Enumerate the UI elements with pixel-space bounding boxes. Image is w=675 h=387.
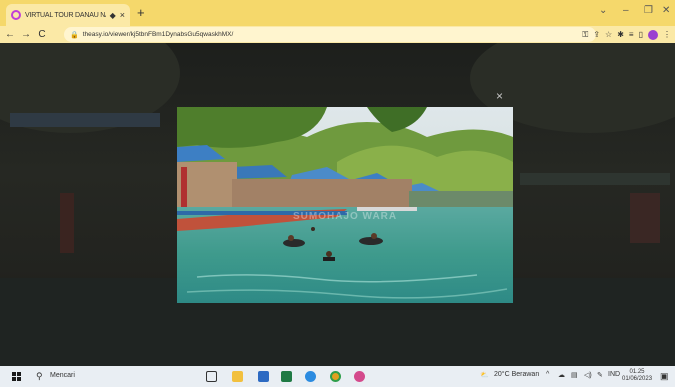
file-explorer-icon[interactable] [232, 371, 243, 382]
taskbar-search-input[interactable]: Mencari [50, 372, 75, 379]
background-rail [520, 173, 670, 185]
favicon-icon [11, 10, 21, 20]
profile-avatar[interactable] [648, 29, 658, 40]
side-panel-icon[interactable]: ▯ [639, 30, 643, 39]
tab-search-dropdown-icon[interactable]: ⌄ [599, 5, 607, 16]
lake-photo-illustration [177, 107, 513, 303]
windows-start-icon[interactable] [12, 372, 21, 381]
edge-icon[interactable] [305, 371, 316, 382]
modal-close-icon[interactable]: × [496, 89, 503, 103]
toolbar-icons: ⚿ ⇪ ☆ ✱ ≡ ▯ ⋮ [582, 27, 671, 42]
url-text[interactable]: theasy.io/viewer/kj5tbnFBm1DynabsGu5qwas… [83, 31, 234, 38]
close-window-button[interactable]: ✕ [662, 5, 670, 16]
tab-title: VIRTUAL TOUR DANAU NA [25, 11, 106, 19]
browser-tab[interactable]: VIRTUAL TOUR DANAU NA ◆ × [6, 4, 130, 26]
task-view-icon[interactable] [206, 371, 217, 382]
chrome-profile-icon[interactable] [354, 371, 365, 382]
reload-button[interactable]: C [34, 29, 50, 40]
speaker-icon[interactable]: ◆ [110, 11, 116, 20]
weather-icon[interactable]: ⛅ [480, 371, 489, 379]
minimize-button[interactable]: – [623, 5, 629, 16]
lake-photo[interactable]: SUMOHAJO WARA [177, 107, 513, 303]
back-button[interactable]: ← [2, 29, 18, 40]
clock-date: 01/06/2023 [622, 376, 653, 382]
language-indicator[interactable]: IND [608, 371, 620, 378]
tab-close-button[interactable]: × [120, 10, 125, 20]
pen-icon[interactable]: ✎ [597, 371, 603, 379]
search-icon[interactable]: ⚲ [36, 371, 43, 382]
new-tab-button[interactable]: + [137, 6, 145, 20]
menu-icon[interactable]: ⋮ [663, 30, 671, 39]
clock[interactable]: 01.25 01/06/2023 [622, 369, 652, 383]
background-figure [630, 193, 660, 243]
browser-toolbar: ← → C 🔒 theasy.io/viewer/kj5tbnFBm1Dynab… [0, 26, 675, 43]
reading-list-icon[interactable]: ≡ [629, 30, 634, 39]
onedrive-icon[interactable]: ☁ [558, 371, 565, 379]
extensions-icon[interactable]: ✱ [617, 30, 624, 39]
address-bar[interactable]: 🔒 theasy.io/viewer/kj5tbnFBm1DynabsGu5qw… [64, 27, 596, 42]
key-icon[interactable]: ⚿ [582, 30, 588, 40]
chrome-icon[interactable] [330, 371, 341, 382]
volume-icon[interactable]: ◁) [584, 371, 592, 379]
lock-icon[interactable]: 🔒 [70, 31, 79, 39]
tab-strip: VIRTUAL TOUR DANAU NA ◆ × + ⌄ – ❐ ✕ [0, 0, 675, 26]
notification-icon[interactable]: ▣ [660, 371, 669, 382]
weather-text[interactable]: 20°C Berawan [494, 371, 539, 378]
network-icon[interactable]: ▤ [571, 371, 578, 379]
photo-watermark: SUMOHAJO WARA [293, 211, 398, 222]
forward-button[interactable]: → [18, 29, 34, 40]
clock-time: 01.25 [629, 369, 645, 375]
restore-button[interactable]: ❐ [644, 5, 653, 16]
background-roof [10, 113, 160, 127]
bookmark-star-icon[interactable]: ☆ [605, 30, 612, 39]
tray-chevron-icon[interactable]: ^ [546, 371, 549, 378]
taskbar: ⚲ Mencari ⛅ 20°C Berawan ^ ☁ ▤ ◁) ✎ IND … [0, 366, 675, 387]
excel-icon[interactable] [281, 371, 292, 382]
background-pillar [60, 193, 74, 253]
share-icon[interactable]: ⇪ [593, 30, 600, 39]
virtual-tour-viewport[interactable]: × SUMOHAJO WARA [0, 43, 675, 366]
word-icon[interactable] [258, 371, 269, 382]
